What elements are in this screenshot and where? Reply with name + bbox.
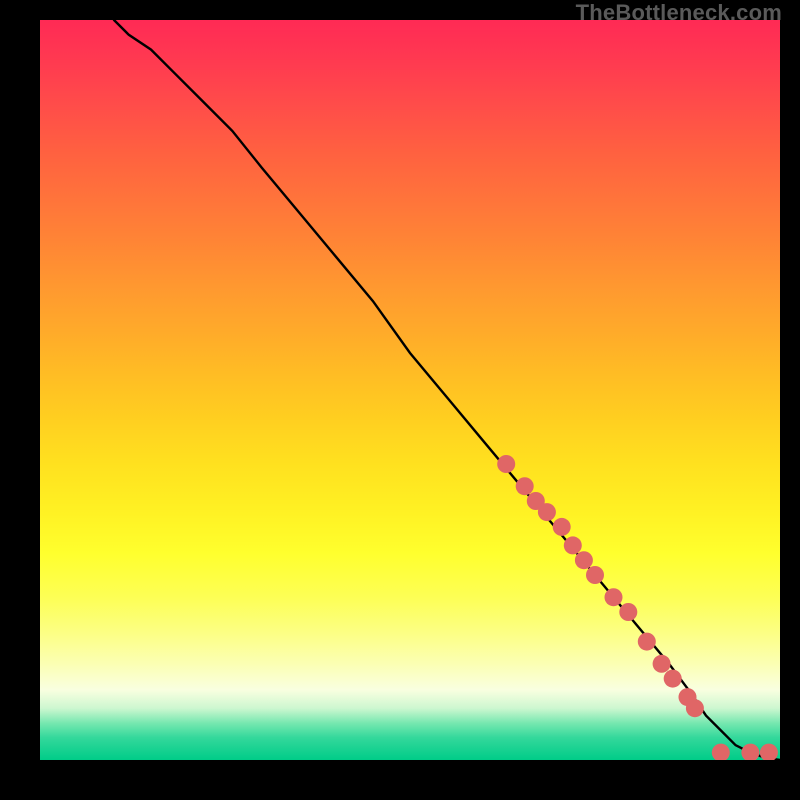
series-marker [638, 633, 656, 651]
plot-area [40, 20, 780, 760]
series-marker [497, 455, 515, 473]
series-marker [564, 536, 582, 554]
series-marker [619, 603, 637, 621]
series-marker [712, 744, 730, 760]
curve-line [114, 20, 780, 760]
series-marker [664, 670, 682, 688]
series-marker [575, 551, 593, 569]
series-marker [741, 744, 759, 760]
series-marker [553, 518, 571, 536]
marker-layer [497, 455, 778, 760]
series-marker [653, 655, 671, 673]
series-marker [760, 744, 778, 760]
chart-overlay [40, 20, 780, 760]
series-marker [516, 477, 534, 495]
series-marker [686, 699, 704, 717]
series-marker [605, 588, 623, 606]
series-marker [538, 503, 556, 521]
chart-stage: TheBottleneck.com [0, 0, 800, 800]
series-marker [586, 566, 604, 584]
